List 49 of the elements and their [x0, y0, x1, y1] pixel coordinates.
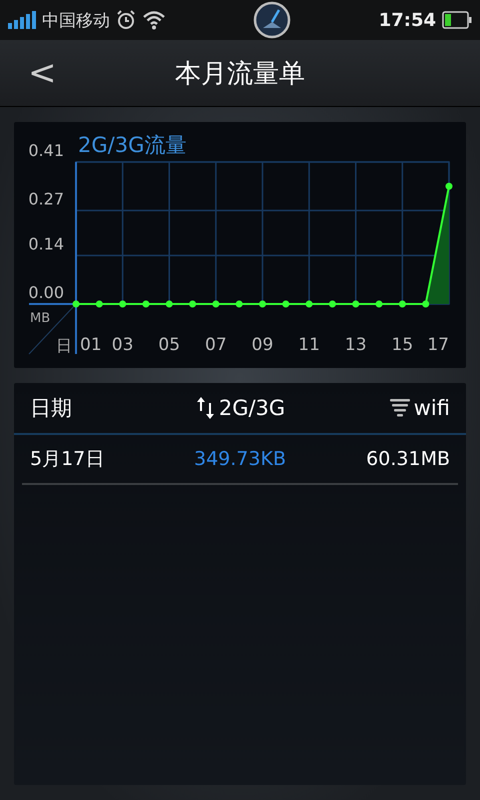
x-tick-label: 15: [392, 335, 414, 355]
data-point: [189, 300, 196, 308]
data-point: [166, 300, 173, 308]
y-unit-label: MB: [30, 311, 50, 326]
wifi-icon: [142, 10, 166, 30]
x-tick-label: 11: [298, 335, 320, 355]
x-tick-label: 05: [158, 335, 180, 355]
table-cell: 60.31MB: [366, 448, 450, 470]
table-cell: 349.73KB: [194, 448, 286, 470]
column-header: 2G/3G: [218, 396, 286, 420]
x-unit-label: 日: [56, 336, 72, 355]
y-tick-label: 0.00: [28, 283, 64, 302]
carrier-name: 中国移动: [42, 10, 110, 32]
y-tick-label: 0.27: [28, 190, 64, 208]
data-point: [306, 300, 313, 308]
column-header: wifi: [414, 396, 450, 420]
x-tick-label: 07: [205, 335, 227, 355]
x-tick-label: 03: [112, 335, 134, 355]
data-point: [142, 300, 150, 308]
y-tick-label: 0.14: [28, 234, 64, 254]
screen-title: 本月流量单: [175, 58, 305, 90]
data-point: [212, 300, 220, 308]
x-tick-label: 09: [252, 335, 274, 355]
chart-title: 2G/3G流量: [78, 133, 186, 157]
x-tick-label: 13: [344, 335, 367, 355]
clock-time: 17:54: [378, 10, 436, 30]
data-point: [119, 300, 126, 308]
alarm-icon: [116, 10, 136, 30]
column-header: 日期: [30, 395, 72, 422]
y-tick-label: 0.41: [28, 141, 64, 160]
data-point: [376, 300, 383, 308]
data-point: [446, 182, 452, 190]
data-point: [352, 300, 360, 308]
data-point: [96, 300, 103, 308]
x-tick-label: 17: [427, 335, 449, 355]
data-point: [328, 300, 336, 308]
data-point: [236, 300, 243, 308]
data-point: [422, 300, 430, 308]
speedometer-icon: [253, 1, 292, 39]
data-point: [282, 300, 290, 308]
up-down-arrows-icon: [194, 395, 217, 421]
signal-icon: [8, 10, 36, 30]
data-point: [72, 300, 80, 308]
back-button[interactable]: <: [28, 53, 56, 93]
x-tick-label: 01: [80, 335, 102, 355]
data-point: [398, 300, 406, 308]
battery-icon: [442, 11, 472, 29]
table-cell: 5月17日: [30, 448, 104, 470]
data-point: [259, 300, 266, 308]
